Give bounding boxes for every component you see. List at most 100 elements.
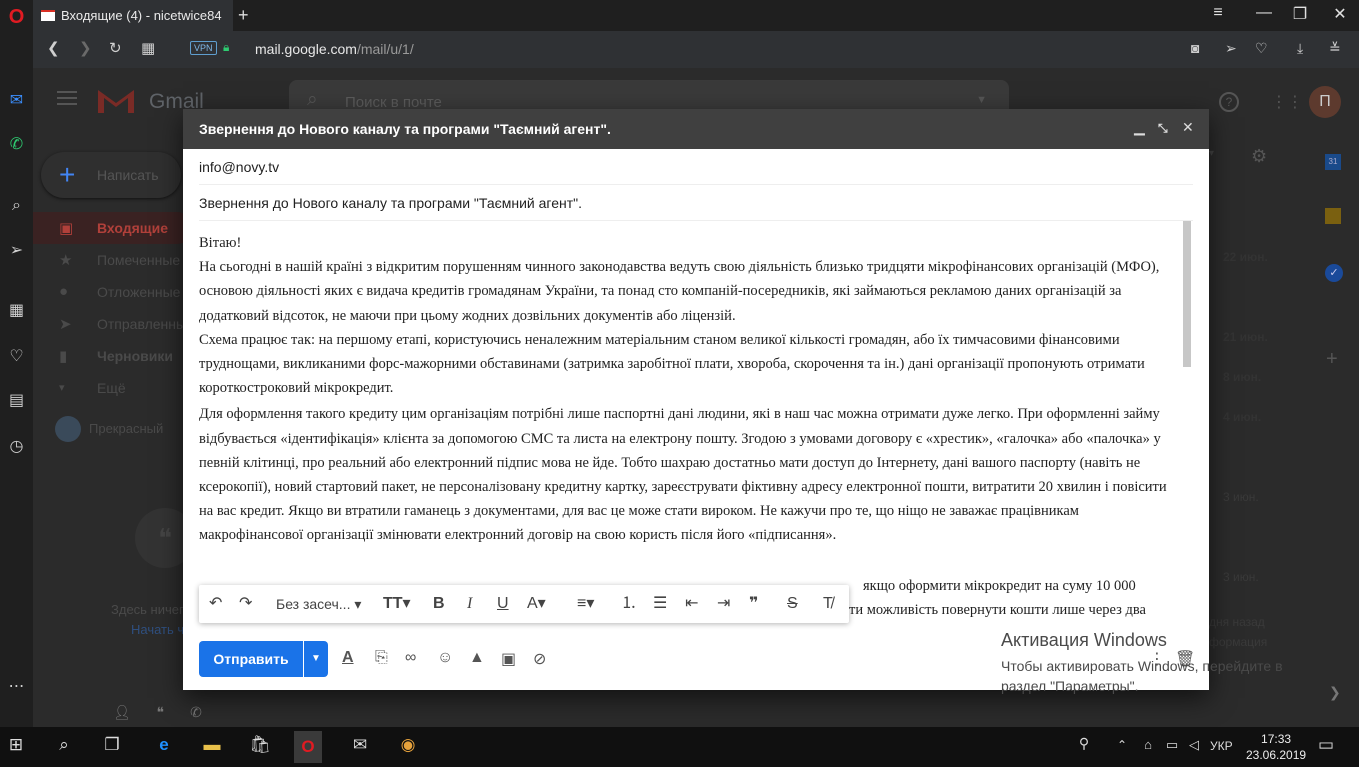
emoji-icon[interactable]: ☺ — [437, 649, 453, 667]
indent-less-icon[interactable]: ⇤ — [685, 594, 698, 614]
send-button[interactable]: Отправить — [199, 641, 303, 677]
help-icon[interactable]: ? — [1219, 92, 1239, 112]
download-icon[interactable]: ⤓ — [1297, 40, 1303, 57]
nav-starred[interactable]: ★ Помеченные — [33, 244, 193, 276]
recipient-field[interactable]: info@novy.tv — [199, 149, 1193, 185]
nav-more[interactable]: ▾ Ещё — [33, 372, 193, 404]
more-options-icon[interactable]: ▾ — [1209, 148, 1214, 159]
reload-icon[interactable]: ↻ — [109, 39, 122, 57]
bold-icon[interactable]: B — [433, 594, 445, 614]
strikethrough-icon[interactable]: S — [787, 594, 798, 614]
more-icon[interactable]: ⋯ — [3, 672, 30, 699]
opera-logo-icon[interactable]: O — [3, 4, 30, 31]
hangouts-icon[interactable]: ❝ — [157, 704, 165, 720]
nav-snoozed[interactable]: ● Отложенные — [33, 276, 193, 308]
search-options-icon[interactable]: ▼ — [976, 94, 987, 106]
forward-icon[interactable]: ❯ — [79, 39, 92, 57]
tabs-grid-icon[interactable]: ▦ — [141, 39, 155, 57]
tasks-icon[interactable]: ✓ — [1325, 264, 1343, 282]
volume-icon[interactable]: ◁ — [1180, 737, 1208, 753]
compose-button[interactable]: + Написать — [41, 152, 181, 198]
underline-icon[interactable]: U — [497, 594, 509, 614]
attach-icon[interactable]: ⎘ — [375, 649, 388, 667]
align-icon[interactable]: ≡▾ — [577, 594, 594, 614]
message-body[interactable]: Вітаю! На сьогодні в нашій країні з відк… — [199, 231, 1179, 593]
chrome-icon[interactable]: ◉ — [394, 735, 422, 755]
text-size-icon[interactable]: TT▾ — [383, 594, 411, 614]
compose-header[interactable]: Звернення до Нового каналу та програми "… — [183, 109, 1209, 149]
back-icon[interactable]: ❮ — [47, 39, 60, 57]
send-options-button[interactable]: ▼ — [304, 641, 328, 677]
lock-icon[interactable]: 🔒︎ — [223, 40, 229, 55]
font-select[interactable]: Без засеч... ▾ — [276, 594, 361, 614]
nav-sent[interactable]: ➤ Отправленные — [33, 308, 194, 340]
redo-icon[interactable]: ↷ — [239, 594, 252, 614]
person-icon[interactable]: 👤︎ — [113, 704, 131, 720]
mail-icon[interactable]: ✉ — [346, 735, 374, 755]
quote-icon[interactable]: ❞ — [749, 594, 758, 614]
keep-icon[interactable] — [1325, 208, 1341, 224]
photo-icon[interactable]: ▣ — [501, 649, 516, 669]
account-avatar[interactable]: П — [1309, 86, 1341, 118]
edge-icon[interactable]: e — [150, 735, 178, 755]
nav-inbox[interactable]: ▣ Входящие — [33, 212, 193, 244]
bulleted-list-icon[interactable]: ☰ — [653, 594, 667, 614]
url-field[interactable]: mail.google.com/mail/u/1/ — [255, 41, 414, 57]
history-icon[interactable]: ◷ — [3, 432, 30, 459]
nav-drafts[interactable]: ▮ Черновики — [33, 340, 193, 372]
maximize-button[interactable]: ❐ — [1285, 4, 1315, 24]
text-color-icon[interactable]: A▾ — [527, 594, 546, 614]
apps-grid-icon[interactable]: ⋮⋮ — [1271, 92, 1303, 111]
settings-icon[interactable]: ≚ — [1329, 40, 1341, 57]
system-clock[interactable]: 17:33 23.06.2019 — [1246, 731, 1306, 763]
send-icon[interactable]: ➢ — [3, 236, 30, 263]
task-view-icon[interactable]: ❐ — [98, 735, 126, 755]
hangouts-start-link[interactable]: Начать ч — [131, 622, 184, 637]
gmail-logo-icon[interactable] — [97, 87, 135, 113]
main-menu-icon[interactable] — [57, 91, 77, 105]
gear-icon[interactable]: ⚙ — [1251, 146, 1267, 167]
camera-icon[interactable]: ◙ — [1191, 40, 1199, 56]
heart-icon[interactable]: ♡ — [1255, 40, 1268, 57]
share-icon[interactable]: ➢ — [1225, 40, 1237, 57]
calendar-icon[interactable]: 31 — [1325, 154, 1341, 170]
chevron-right-icon[interactable]: ❯ — [1329, 684, 1341, 701]
clear-formatting-icon[interactable]: T̸ — [823, 594, 833, 614]
drive-icon[interactable]: ▲ — [469, 649, 485, 667]
confidential-mode-icon[interactable]: ⊘ — [533, 649, 546, 669]
exit-fullscreen-icon[interactable]: ⤡ — [1158, 121, 1168, 136]
indent-more-icon[interactable]: ⇥ — [717, 594, 730, 614]
phone-icon[interactable]: ✆ — [190, 704, 202, 720]
minimize-icon[interactable]: ▁ — [1134, 119, 1145, 136]
tab-gmail[interactable]: Входящие (4) - nicetwice84 — [33, 0, 233, 31]
italic-icon[interactable]: I — [467, 594, 472, 614]
windows-start-icon[interactable]: ⊞ — [2, 735, 30, 755]
file-explorer-icon[interactable]: ▬ — [198, 735, 226, 755]
whatsapp-icon[interactable]: ✆ — [3, 130, 30, 157]
close-window-button[interactable]: ✕ — [1325, 4, 1355, 24]
formatting-options-icon[interactable]: A — [342, 649, 354, 667]
search-icon[interactable]: ⌕ — [307, 89, 318, 111]
add-addon-icon[interactable]: + — [1326, 348, 1338, 371]
search-icon[interactable]: ⌕ — [3, 192, 30, 219]
minimize-button[interactable]: — — [1249, 4, 1279, 22]
close-icon[interactable]: ✕ — [1182, 119, 1194, 136]
speed-dial-icon[interactable]: ▦ — [3, 296, 30, 323]
undo-icon[interactable]: ↶ — [209, 594, 222, 614]
numbered-list-icon[interactable]: ⒈ — [621, 594, 637, 614]
messenger-icon[interactable]: ✉ — [3, 86, 30, 113]
heart-icon[interactable]: ♡ — [3, 342, 30, 369]
news-icon[interactable]: ▤ — [3, 386, 30, 413]
tab-menu-icon[interactable]: ≡ — [1203, 4, 1233, 22]
tray-chevron-icon[interactable]: ⌃ — [1108, 738, 1136, 752]
language-indicator[interactable]: УКР — [1210, 739, 1233, 753]
people-icon[interactable]: ⚲ — [1070, 735, 1098, 752]
body-scrollbar[interactable] — [1183, 221, 1191, 367]
link-icon[interactable]: ∞ — [405, 649, 416, 667]
search-icon[interactable]: ⌕ — [50, 735, 78, 755]
opera-taskbar-icon[interactable]: O — [294, 731, 322, 763]
new-tab-button[interactable]: + — [238, 5, 249, 26]
subject-field[interactable]: Звернення до Нового каналу та програми "… — [199, 185, 1193, 221]
store-icon[interactable]: 🛍︎ — [246, 735, 274, 755]
notification-icon[interactable]: ▭ — [1312, 735, 1340, 755]
